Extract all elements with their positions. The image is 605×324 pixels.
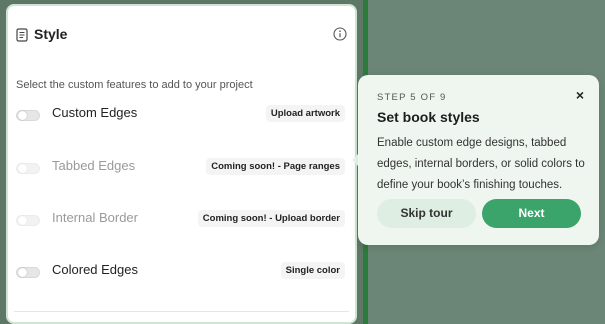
single-color-button[interactable]: Single color bbox=[280, 262, 345, 279]
panel-subtitle: Select the custom features to add to you… bbox=[16, 79, 253, 91]
coming-soon-badge: Coming soon! - Upload border bbox=[197, 210, 345, 227]
colored-edges-toggle[interactable] bbox=[16, 267, 40, 278]
feature-row-colored-edges: Colored Edges Single color bbox=[8, 260, 355, 288]
toggle-knob bbox=[18, 216, 27, 225]
coming-soon-badge: Coming soon! - Page ranges bbox=[206, 158, 345, 175]
feature-label: Internal Border bbox=[52, 210, 138, 225]
feature-label: Colored Edges bbox=[52, 262, 138, 277]
custom-edges-toggle[interactable] bbox=[16, 110, 40, 121]
feature-label: Tabbed Edges bbox=[52, 158, 136, 173]
next-button[interactable]: Next bbox=[482, 199, 581, 228]
feature-label: Custom Edges bbox=[52, 105, 138, 120]
panel-divider bbox=[14, 311, 349, 312]
feature-row-tabbed-edges: Tabbed Edges Coming soon! - Page ranges bbox=[8, 156, 355, 184]
tour-title: Set book styles bbox=[377, 109, 480, 125]
toggle-knob bbox=[18, 164, 27, 173]
toggle-knob bbox=[18, 111, 27, 120]
internal-border-toggle bbox=[16, 215, 40, 226]
panel-title: Style bbox=[34, 26, 68, 42]
toggle-knob bbox=[18, 268, 27, 277]
document-icon bbox=[16, 28, 28, 42]
info-icon[interactable] bbox=[333, 27, 347, 41]
tabbed-edges-toggle bbox=[16, 163, 40, 174]
tour-tooltip: STEP 5 OF 9 × Set book styles Enable cus… bbox=[358, 75, 599, 245]
feature-row-custom-edges: Custom Edges Upload artwork bbox=[8, 103, 355, 131]
close-icon[interactable]: × bbox=[573, 88, 587, 102]
skip-tour-button[interactable]: Skip tour bbox=[377, 199, 476, 228]
upload-artwork-button[interactable]: Upload artwork bbox=[265, 105, 345, 122]
step-indicator: STEP 5 OF 9 bbox=[377, 92, 447, 103]
panel-header: Style bbox=[8, 6, 355, 64]
tour-description: Enable custom edge designs, tabbed edges… bbox=[377, 137, 585, 191]
style-panel: Style Select the custom features to add … bbox=[6, 4, 357, 324]
feature-row-internal-border: Internal Border Coming soon! - Upload bo… bbox=[8, 208, 355, 236]
